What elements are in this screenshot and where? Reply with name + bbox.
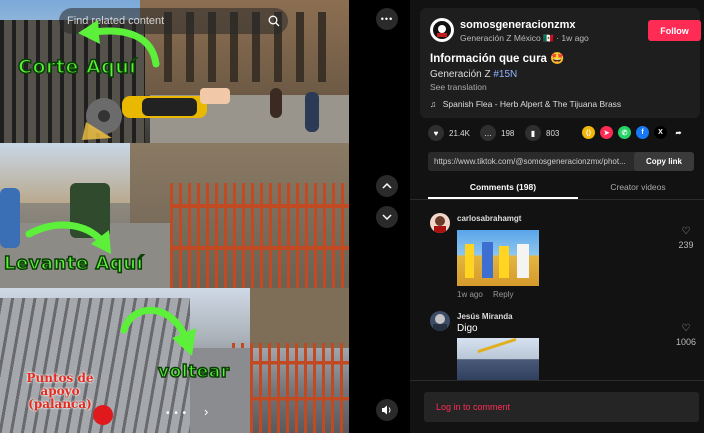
star-eyes-emoji-icon: 🤩 bbox=[550, 53, 565, 65]
green-arrow-icon bbox=[25, 221, 111, 254]
chevron-right-icon[interactable]: › bbox=[204, 404, 208, 419]
whatsapp-icon[interactable]: ✆ bbox=[618, 126, 631, 139]
cartoon-figure bbox=[482, 242, 493, 278]
divider bbox=[410, 199, 704, 200]
bystander-person bbox=[0, 188, 20, 248]
link-box: https://www.tiktok.com/@somosgeneracionz… bbox=[428, 152, 694, 171]
street-ground bbox=[190, 348, 250, 433]
follow-button[interactable]: Follow bbox=[648, 20, 701, 41]
comment-avatar[interactable] bbox=[430, 213, 450, 233]
post-subtitle-text: Generación Z bbox=[430, 69, 494, 80]
creator-display-name: Generación Z México bbox=[460, 33, 541, 43]
photo-segment-1: Find related content Corte Aquí bbox=[0, 0, 349, 143]
caption-cut-here: Corte Aquí bbox=[17, 55, 137, 79]
post-info-card: somosgeneracionzmx Generación Z México 🇲… bbox=[420, 8, 701, 118]
send-icon[interactable]: ➤ bbox=[600, 126, 613, 139]
angle-grinder-image bbox=[82, 88, 230, 140]
orange-barrier bbox=[170, 183, 349, 288]
creator-avatar[interactable] bbox=[430, 18, 454, 42]
comment-username[interactable]: carlosabrahamgt bbox=[457, 214, 521, 223]
login-to-comment-bar[interactable]: Log in to comment bbox=[424, 392, 699, 422]
comment-heart-icon[interactable]: ♡ bbox=[675, 323, 697, 334]
comments-count: 198 bbox=[501, 129, 515, 138]
likes-count: 21.4K bbox=[449, 129, 470, 138]
caption-lift-here: Levante Aquí bbox=[3, 252, 144, 275]
hashtag-link[interactable]: #15N bbox=[493, 69, 517, 80]
red-dot-marker bbox=[93, 405, 113, 425]
post-time: 1w ago bbox=[561, 33, 589, 43]
caption-flip: voltear bbox=[157, 361, 230, 383]
comment-likes: 1006 bbox=[675, 337, 697, 347]
post-title-text: Información que cura bbox=[430, 53, 547, 65]
divider bbox=[410, 380, 704, 381]
see-translation-link[interactable]: See translation bbox=[430, 82, 487, 92]
carousel-indicator: • • • bbox=[166, 408, 188, 419]
photo-segment-2: Levante Aquí bbox=[0, 143, 349, 288]
music-note-icon: ♫ bbox=[430, 99, 437, 109]
bookmark-icon[interactable]: ▮ bbox=[525, 125, 541, 141]
more-options-icon[interactable]: ••• bbox=[376, 8, 398, 30]
comment-text: Digo bbox=[457, 323, 478, 334]
comment-heart-icon[interactable]: ♡ bbox=[675, 226, 697, 237]
heart-icon[interactable]: ♥ bbox=[428, 125, 444, 141]
creator-subline: Generación Z México 🇲🇽 · 1w ago bbox=[460, 33, 589, 44]
caption-support-points: Puntos de apoyo (palanca) bbox=[20, 372, 100, 411]
chevron-down-icon[interactable] bbox=[376, 206, 398, 228]
search-icon[interactable] bbox=[268, 15, 280, 27]
cartoon-figure bbox=[517, 244, 529, 278]
comment-meta: 1w ago Reply bbox=[457, 290, 513, 299]
creator-username[interactable]: somosgeneracionzmx bbox=[460, 19, 576, 31]
pedestrian bbox=[305, 92, 319, 132]
caption-support-line-3: (palanca) bbox=[28, 397, 92, 411]
green-arrow-icon bbox=[120, 306, 196, 356]
volume-icon[interactable] bbox=[376, 399, 398, 421]
comment-image[interactable] bbox=[457, 338, 539, 380]
copy-link-button[interactable]: Copy link bbox=[634, 152, 694, 171]
crane-icon bbox=[477, 338, 517, 354]
post-subtitle: Generación Z #15N bbox=[430, 69, 517, 80]
share-arrow-icon[interactable]: ➦ bbox=[672, 126, 685, 139]
comment-time: 1w ago bbox=[457, 290, 483, 299]
comment-likes: 239 bbox=[678, 240, 694, 250]
tiktok-photo-viewer: Find related content Corte Aquí Levante … bbox=[0, 0, 704, 433]
separator: · bbox=[556, 33, 559, 43]
details-panel: somosgeneracionzmx Generación Z México 🇲… bbox=[410, 0, 704, 433]
comment-image[interactable] bbox=[457, 230, 539, 286]
flag-icon: 🇲🇽 bbox=[543, 33, 554, 43]
action-bar: ♥ 21.4K … 198 ▮ 803 ⟨⟩ ➤ ✆ f X ➦ bbox=[428, 125, 703, 143]
photo-carousel[interactable]: Find related content Corte Aquí Levante … bbox=[0, 0, 349, 433]
facebook-icon[interactable]: f bbox=[636, 126, 649, 139]
background-building bbox=[250, 288, 349, 348]
saves-count: 803 bbox=[546, 129, 560, 138]
comment-username[interactable]: Jesús Miranda bbox=[457, 312, 513, 321]
post-title: Información que cura 🤩 bbox=[430, 51, 564, 65]
reply-link[interactable]: Reply bbox=[493, 290, 513, 299]
tab-creator-videos[interactable]: Creator videos bbox=[578, 182, 698, 192]
embed-icon[interactable]: ⟨⟩ bbox=[582, 126, 595, 139]
tab-comments[interactable]: Comments (198) bbox=[428, 182, 578, 192]
music-title: Spanish Flea - Herb Alpert & The Tijuana… bbox=[442, 99, 622, 109]
pedestrian bbox=[270, 88, 282, 118]
cartoon-figure bbox=[499, 246, 509, 278]
post-url[interactable]: https://www.tiktok.com/@somosgeneracionz… bbox=[434, 157, 634, 166]
comment-icon[interactable]: … bbox=[480, 125, 496, 141]
x-icon[interactable]: X bbox=[654, 126, 667, 139]
comment-avatar[interactable] bbox=[430, 311, 450, 331]
cartoon-figure bbox=[465, 244, 474, 278]
music-info[interactable]: ♫ Spanish Flea - Herb Alpert & The Tijua… bbox=[430, 99, 621, 109]
chevron-up-icon[interactable] bbox=[376, 175, 398, 197]
login-to-comment-link[interactable]: Log in to comment bbox=[436, 402, 510, 412]
